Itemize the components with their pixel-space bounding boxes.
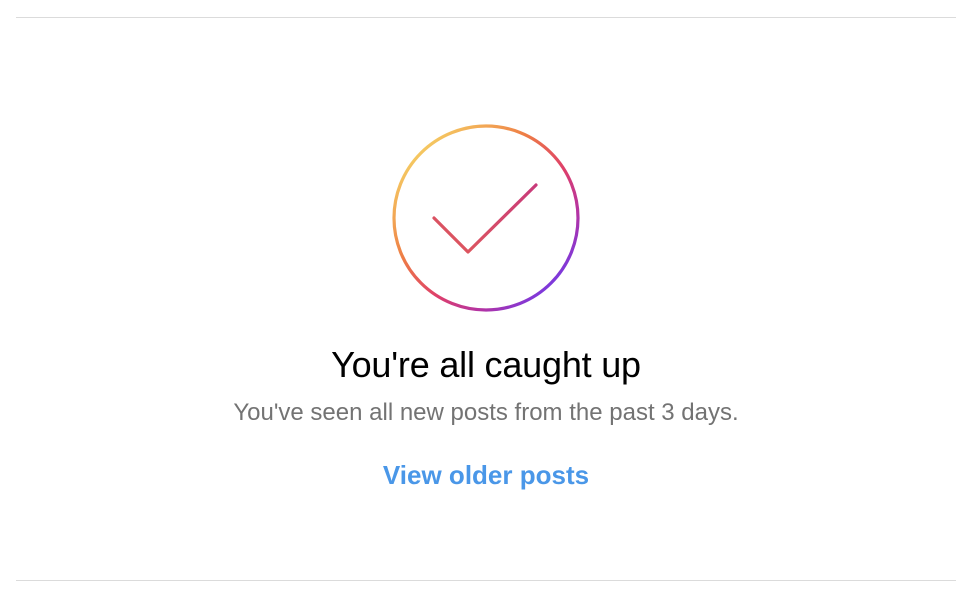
check-circle-gradient-icon xyxy=(392,124,580,312)
caught-up-subtext: You've seen all new posts from the past … xyxy=(233,399,739,426)
top-divider xyxy=(16,17,956,18)
view-older-posts-link[interactable]: View older posts xyxy=(383,458,589,492)
feed-end-section: You're all caught up You've seen all new… xyxy=(0,0,972,596)
bottom-divider xyxy=(16,580,956,581)
caught-up-headline: You're all caught up xyxy=(331,344,641,385)
